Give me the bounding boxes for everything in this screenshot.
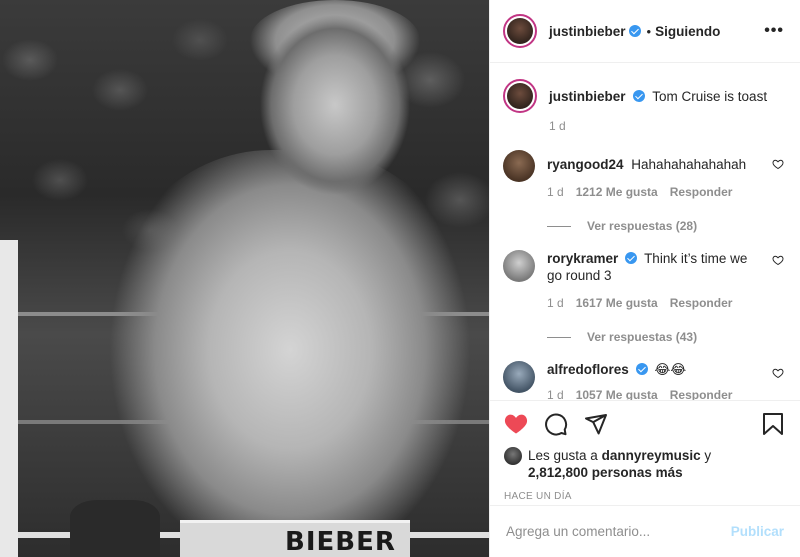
reply-button[interactable]: Responder	[670, 296, 733, 310]
author-avatar[interactable]	[503, 14, 537, 48]
reply-button[interactable]: Responder	[670, 388, 733, 400]
comment-text: 😂😂	[654, 362, 687, 377]
post-photo[interactable]: BIEBER	[0, 0, 489, 557]
view-replies-label[interactable]: Ver respuestas (43)	[587, 330, 697, 344]
add-comment-bar: Publicar	[490, 505, 800, 557]
commenter-avatar[interactable]	[503, 361, 535, 393]
view-replies-button[interactable]: Ver respuestas (28)	[547, 219, 784, 233]
comment-item: ryangood24 Hahahahahahahah 1 d 1212 Me g…	[503, 150, 784, 199]
boxer-head	[255, 10, 415, 200]
comment-item: rorykramer Think it’s time we go round 3…	[503, 250, 784, 310]
comment-text: Hahahahahahahah	[631, 157, 747, 172]
verified-badge-icon	[632, 90, 645, 102]
verified-badge-icon	[625, 252, 638, 264]
comment-item: alfredoflores 😂😂 1 d 1057 Me gusta Respo…	[503, 361, 784, 400]
boxing-glove	[70, 500, 160, 557]
comment-icon[interactable]	[544, 412, 568, 436]
post-side-panel: justinbieber • Siguiendo ••• justinbiebe…	[489, 0, 800, 557]
waistband-text: BIEBER	[285, 527, 396, 557]
commenter-avatar[interactable]	[503, 250, 535, 282]
likes-conjunction: y	[704, 448, 712, 463]
comment-likes[interactable]: 1617 Me gusta	[576, 296, 658, 310]
heart-icon[interactable]	[504, 412, 528, 436]
commenter-avatar[interactable]	[503, 150, 535, 182]
like-comment-heart-icon[interactable]	[772, 367, 784, 379]
more-options-icon[interactable]: •••	[764, 22, 784, 40]
caption: justinbieber Tom Cruise is toast 1 d	[503, 79, 784, 133]
comment-likes[interactable]: 1057 Me gusta	[576, 388, 658, 400]
author-username[interactable]: justinbieber	[549, 24, 626, 39]
following-button[interactable]: Siguiendo	[655, 24, 720, 39]
verified-badge-icon	[628, 25, 641, 37]
liker-username[interactable]: dannyreymusic	[602, 448, 701, 463]
comment-likes[interactable]: 1212 Me gusta	[576, 185, 658, 199]
caption-avatar[interactable]	[503, 79, 537, 113]
likes-prefix: Les gusta a	[528, 448, 598, 463]
caption-time[interactable]: 1 d	[549, 119, 566, 133]
likes-count-button[interactable]: 2,812,800 personas más	[528, 465, 683, 480]
paper-plane-icon[interactable]	[584, 412, 608, 436]
reply-button[interactable]: Responder	[670, 185, 733, 199]
comments-list[interactable]: justinbieber Tom Cruise is toast 1 d rya…	[490, 64, 800, 400]
action-icon-row	[504, 401, 784, 447]
liker-avatar[interactable]	[504, 447, 522, 465]
verified-badge-icon	[635, 363, 648, 375]
view-replies-button[interactable]: Ver respuestas (43)	[547, 330, 784, 344]
comment-time[interactable]: 1 d	[547, 185, 564, 199]
bookmark-icon[interactable]	[762, 412, 784, 436]
separator-dot: •	[646, 23, 652, 39]
boxer-torso	[100, 150, 480, 557]
instagram-post: BIEBER justinbieber • Siguiendo ••• just…	[0, 0, 800, 557]
caption-text: Tom Cruise is toast	[652, 89, 768, 104]
view-replies-label[interactable]: Ver respuestas (28)	[587, 219, 697, 233]
post-time-ago[interactable]: HACE UN DÍA	[504, 491, 784, 502]
publish-button[interactable]: Publicar	[731, 524, 784, 539]
post-header: justinbieber • Siguiendo •••	[490, 0, 800, 63]
comment-time[interactable]: 1 d	[547, 388, 564, 400]
like-comment-heart-icon[interactable]	[772, 158, 784, 170]
like-comment-heart-icon[interactable]	[772, 254, 784, 266]
comment-input[interactable]	[506, 524, 731, 539]
commenter-username[interactable]: alfredoflores	[547, 362, 629, 377]
commenter-username[interactable]: ryangood24	[547, 157, 624, 172]
caption-username[interactable]: justinbieber	[549, 89, 626, 104]
commenter-username[interactable]: rorykramer	[547, 251, 618, 266]
likes-summary: Les gusta a dannyreymusic y 2,812,800 pe…	[504, 447, 784, 481]
replies-line	[547, 225, 571, 227]
replies-line	[547, 336, 571, 338]
comment-time[interactable]: 1 d	[547, 296, 564, 310]
ring-corner-post	[0, 240, 18, 557]
